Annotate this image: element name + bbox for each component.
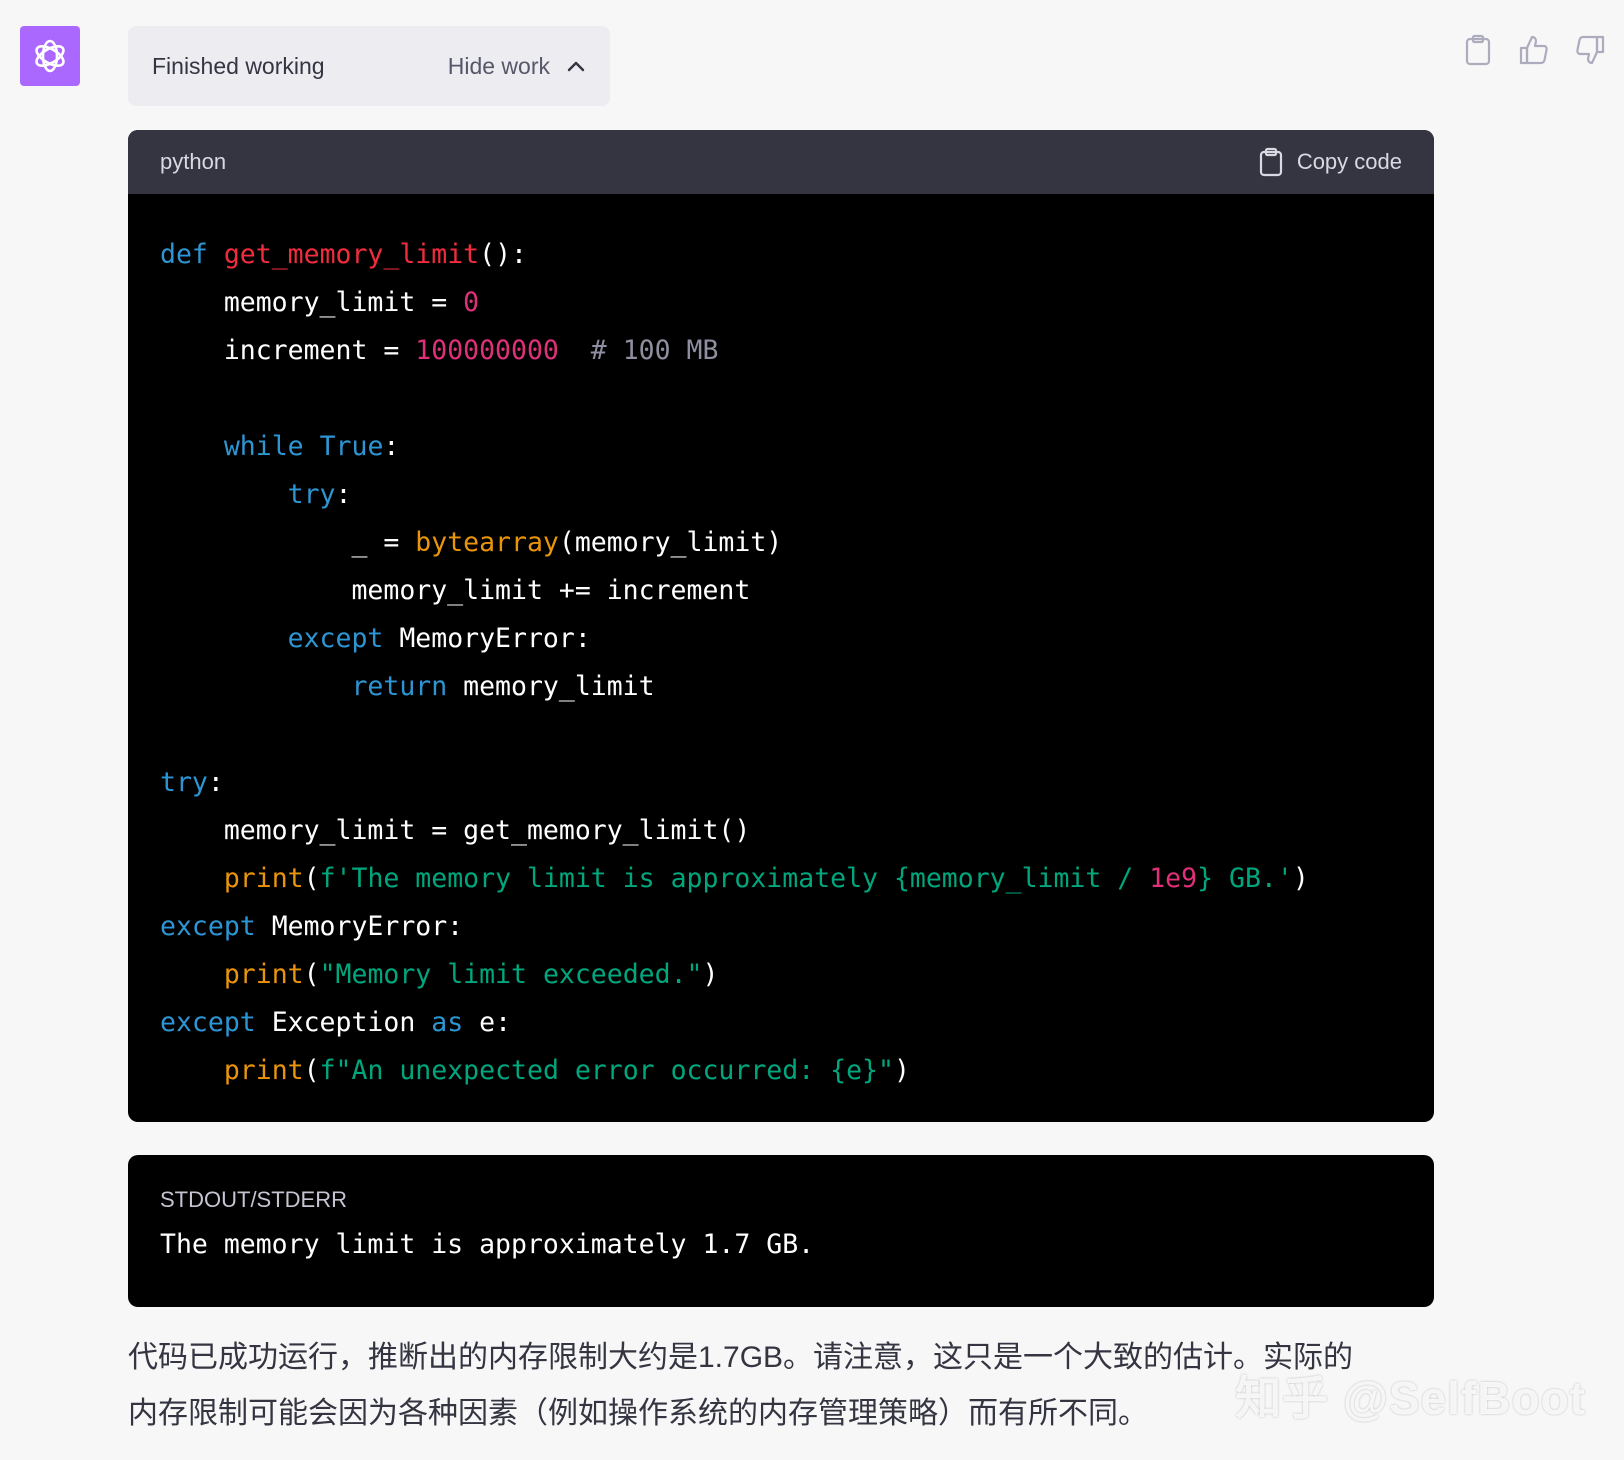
code-token: f"An unexpected error occurred: {e}" [319, 1055, 894, 1086]
code-token: try [287, 479, 336, 510]
code-token: print [223, 1055, 304, 1086]
code-token: (memory_limit) [558, 527, 783, 558]
copy-code-label: Copy code [1296, 149, 1402, 174]
code-block: python Copy code def get_memory_limit():… [128, 130, 1434, 1122]
output-text: The memory limit is approximately 1.7 GB… [160, 1229, 815, 1260]
code-line: except MemoryError: [160, 903, 1402, 951]
thumbs-up-icon [1519, 35, 1548, 65]
clipboard-icon [1465, 34, 1491, 66]
code-line: print(f'The memory limit is approximatel… [160, 855, 1402, 903]
code-header: python Copy code [128, 130, 1434, 194]
code-token: print [223, 959, 304, 990]
code-line: print(f"An unexpected error occurred: {e… [160, 1047, 1402, 1095]
output-label: STDOUT/STDERR [160, 1187, 347, 1212]
code-token: memory_limit = [160, 287, 464, 318]
code-token: except [160, 911, 256, 942]
code-line: memory_limit = 0 [160, 279, 1402, 327]
code-line: except MemoryError: [160, 615, 1402, 663]
code-token: Exception [255, 1007, 432, 1038]
assistant-avatar [20, 26, 80, 86]
code-token: increment = [160, 335, 416, 366]
code-token: while [223, 431, 304, 462]
code-token: } [1197, 863, 1214, 894]
code-token: memory_limit [447, 671, 655, 702]
clipboard-icon [1259, 147, 1282, 177]
code-token: 1e9 [1149, 863, 1198, 894]
like-button[interactable] [1518, 30, 1550, 70]
hide-work-label: Hide work [447, 52, 550, 79]
code-line: _ = bytearray(memory_limit) [160, 519, 1402, 567]
code-token: def [160, 239, 208, 270]
code-language-label: python [160, 149, 227, 174]
code-token: return [351, 671, 448, 702]
code-line: memory_limit = get_memory_limit() [160, 807, 1402, 855]
code-token: as [431, 1007, 464, 1038]
code-token: GB.' [1213, 863, 1293, 894]
code-token: (): [479, 239, 527, 270]
code-token: MemoryError: [255, 911, 464, 942]
code-token: ( [303, 959, 320, 990]
code-token: ( [303, 863, 320, 894]
code-token: True [319, 431, 384, 462]
code-token: 0 [463, 287, 480, 318]
code-token: _ = [160, 527, 416, 558]
code-line: memory_limit += increment [160, 567, 1402, 615]
code-token: e: [463, 1007, 512, 1038]
work-status-bar: Finished working Hide work [128, 26, 610, 106]
thumbs-down-icon [1576, 35, 1605, 65]
dislike-button[interactable] [1574, 30, 1606, 70]
code-content[interactable]: def get_memory_limit(): memory_limit = 0… [128, 194, 1434, 1095]
code-token: MemoryError: [383, 623, 591, 654]
message-actions [1462, 30, 1606, 70]
copy-code-button[interactable]: Copy code [1259, 147, 1402, 177]
code-token: {memory_limit / [893, 863, 1150, 894]
code-line: try: [160, 471, 1402, 519]
code-line: while True: [160, 423, 1402, 471]
code-token: "Memory limit exceeded." [319, 959, 703, 990]
code-token: except [160, 1007, 256, 1038]
code-token: : [335, 479, 352, 510]
code-token: except [287, 623, 384, 654]
code-token: memory_limit = get_memory_limit() [160, 815, 751, 846]
code-token: print [223, 863, 304, 894]
openai-logo-icon [35, 39, 65, 73]
code-line: try: [160, 759, 1402, 807]
code-line: print("Memory limit exceeded.") [160, 951, 1402, 999]
code-line: def get_memory_limit(): [160, 231, 1402, 279]
code-line: increment = 100000000 # 100 MB [160, 327, 1402, 375]
code-token: try [160, 767, 208, 798]
code-token: get_memory_limit [223, 239, 480, 270]
code-token: ) [1292, 863, 1309, 894]
chevron-up-icon [567, 61, 585, 72]
code-token: f'The memory limit is approximately [319, 863, 894, 894]
code-line: except Exception as e: [160, 999, 1402, 1047]
code-token: ( [303, 1055, 320, 1086]
code-token: memory_limit += increment [160, 575, 751, 606]
code-token: bytearray [415, 527, 559, 558]
code-token: ) [893, 1055, 910, 1086]
work-status-title: Finished working [152, 52, 325, 79]
code-token: # 100 MB [590, 335, 719, 366]
code-token: ) [702, 959, 719, 990]
code-token: : [207, 767, 224, 798]
hide-work-button[interactable]: Hide work [448, 53, 586, 80]
code-line: return memory_limit [160, 663, 1402, 711]
watermark: 知乎 @SelfBoot [1235, 1372, 1586, 1424]
code-token: 100000000 [415, 335, 559, 366]
copy-message-button[interactable] [1462, 30, 1494, 70]
output-block: STDOUT/STDERR The memory limit is approx… [128, 1155, 1434, 1307]
code-token: : [383, 431, 400, 462]
